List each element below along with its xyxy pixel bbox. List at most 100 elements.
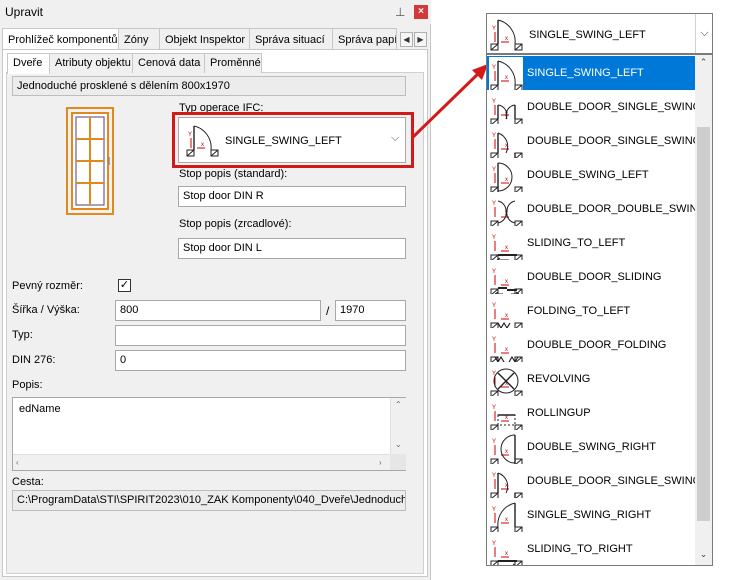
height-field[interactable]: 1970: [335, 300, 406, 321]
stop-mirror-label: Stop popis (zrcadlové):: [179, 218, 292, 230]
dropdown-option[interactable]: Yx DOUBLE_DOOR_DOUBLE_SWING: [487, 192, 695, 226]
size-separator: /: [326, 304, 330, 318]
dropdown-option-label: REVOLVING: [527, 373, 591, 385]
sliding-to-left-icon: Yx: [489, 227, 523, 260]
dropdown-chevron-icon[interactable]: ⌵: [695, 14, 713, 53]
tab-situation-management[interactable]: Správa situací: [249, 28, 333, 50]
tab-paper-management[interactable]: Správa papí: [332, 28, 397, 50]
tab-zones[interactable]: Zóny: [118, 28, 160, 50]
dropdown-option[interactable]: Yx DOUBLE_DOOR_SLIDING: [487, 260, 695, 294]
close-button[interactable]: ×: [414, 5, 428, 19]
size-label: Šířka / Výška:: [12, 304, 80, 316]
dropdown-option-label: DOUBLE_DOOR_SINGLE_SWING_O: [527, 135, 695, 147]
dropdown-option[interactable]: Yx SLIDING_TO_LEFT: [487, 226, 695, 260]
dropdown-option-label: DOUBLE_SWING_RIGHT: [527, 441, 656, 453]
dropdown-option[interactable]: Yx DOUBLE_DOOR_SINGLE_SWING_O: [487, 124, 695, 158]
dropdown-option[interactable]: Yx FOLDING_TO_LEFT: [487, 294, 695, 328]
fixed-size-label: Pevný rozměr:: [12, 280, 83, 292]
svg-text:x: x: [505, 313, 508, 319]
din276-label: DIN 276:: [12, 354, 56, 366]
door-preview-image: [66, 107, 114, 215]
double-swing-left-icon: Yx: [489, 159, 523, 192]
scroll-up-icon[interactable]: ⌃: [695, 57, 712, 68]
horizontal-scrollbar[interactable]: ‹ ›: [13, 454, 390, 470]
dropdown-option[interactable]: Yx DOUBLE_SWING_LEFT: [487, 158, 695, 192]
svg-text:Y: Y: [492, 303, 496, 309]
dropdown-option[interactable]: Yx DOUBLE_DOOR_SINGLE_SWING: [487, 90, 695, 124]
dropdown-scroll-thumb[interactable]: [697, 127, 710, 521]
svg-text:x: x: [505, 75, 508, 81]
svg-text:Y: Y: [492, 473, 496, 479]
single-swing-right-icon: Yx: [489, 499, 523, 532]
tab-scroll-arrows: ◀ ▶: [400, 32, 428, 47]
rollingup-icon: Yx: [489, 397, 523, 430]
sliding-to-right-icon: Yx: [489, 533, 523, 565]
svg-text:Y: Y: [492, 541, 496, 547]
svg-text:Y: Y: [492, 201, 496, 207]
revolving-icon: Yx: [489, 363, 523, 396]
dropdown-option-label: FOLDING_TO_LEFT: [527, 305, 631, 317]
svg-text:Y: Y: [492, 269, 496, 275]
tab-component-browser[interactable]: Prohlížeč komponentů: [2, 28, 119, 51]
dropdown-option[interactable]: Yx DOUBLE_DOOR_SINGLE_SWING_O: [487, 464, 695, 498]
double-swing-right-icon: Yx: [489, 431, 523, 464]
scroll-left-icon[interactable]: ‹: [16, 458, 19, 467]
window-title: Upravit: [5, 5, 44, 19]
fixed-size-checkbox[interactable]: ✓: [118, 279, 131, 292]
svg-text:Y: Y: [492, 405, 496, 411]
tab-price-data[interactable]: Cenová data: [132, 53, 205, 73]
svg-text:Y: Y: [492, 65, 496, 71]
path-label: Cesta:: [12, 476, 44, 488]
scrollbar-corner: [390, 454, 406, 470]
scroll-up-icon[interactable]: ⌃: [395, 400, 402, 409]
stop-standard-field[interactable]: Stop door DIN R: [178, 186, 406, 207]
tab-object-attributes[interactable]: Atributy objektu: [49, 53, 133, 73]
dropdown-option[interactable]: Yx DOUBLE_SWING_RIGHT: [487, 430, 695, 464]
component-name-field: Jednoduché prosklené s dělením 800x1970: [12, 76, 406, 96]
dropdown-option[interactable]: Yx SLIDING_TO_RIGHT: [487, 532, 695, 565]
highlight-box: [172, 112, 414, 168]
stop-mirror-field[interactable]: Stop door DIN L: [178, 238, 406, 259]
double-door-sliding-icon: Yx: [489, 261, 523, 294]
type-label: Typ:: [12, 329, 33, 341]
callout-arrow: [408, 60, 492, 142]
description-textarea[interactable]: edName ⌃ ⌄ ‹ ›: [12, 397, 406, 471]
tab-doors[interactable]: Dveře: [7, 53, 50, 74]
svg-text:Y: Y: [492, 133, 496, 139]
dropdown-option-label: DOUBLE_DOOR_SLIDING: [527, 271, 662, 283]
dropdown-option[interactable]: Yx DOUBLE_DOOR_FOLDING: [487, 328, 695, 362]
svg-text:x: x: [505, 449, 508, 455]
description-label: Popis:: [12, 379, 43, 391]
vertical-scrollbar[interactable]: ⌃ ⌄: [390, 398, 406, 454]
din276-field[interactable]: 0: [115, 350, 406, 371]
svg-text:Y: Y: [492, 167, 496, 173]
tab-scroll-right-icon[interactable]: ▶: [414, 32, 427, 47]
svg-text:Y: Y: [492, 337, 496, 343]
dropdown-option[interactable]: Yx ROLLINGUP: [487, 396, 695, 430]
scroll-down-icon[interactable]: ⌄: [695, 549, 712, 560]
tab-object-inspector[interactable]: Objekt Inspektor: [159, 28, 250, 50]
single-swing-left-icon: Yx: [489, 57, 523, 90]
dropdown-option[interactable]: Yx REVOLVING: [487, 362, 695, 396]
scroll-right-icon[interactable]: ›: [379, 458, 382, 467]
dropdown-option-label: SINGLE_SWING_LEFT: [527, 67, 644, 79]
pin-icon[interactable]: ⊥: [395, 5, 405, 19]
svg-text:x: x: [505, 415, 508, 421]
width-field[interactable]: 800: [115, 300, 321, 321]
tab-variables[interactable]: Proměnné: [204, 53, 262, 73]
type-field[interactable]: [115, 325, 406, 346]
dropdown-option-label: SLIDING_TO_RIGHT: [527, 543, 633, 555]
svg-text:x: x: [505, 177, 508, 183]
scroll-down-icon[interactable]: ⌄: [395, 440, 402, 449]
dropdown-option[interactable]: Yx SINGLE_SWING_RIGHT: [487, 498, 695, 532]
dropdown-option[interactable]: Yx SINGLE_SWING_LEFT: [487, 56, 695, 90]
sub-tab-strip: Dveře Atributy objektu Cenová data Promě…: [7, 53, 262, 74]
dropdown-selected-value: SINGLE_SWING_LEFT: [529, 29, 646, 41]
path-field: C:\ProgramData\STI\SPIRIT2023\010_ZAK Ko…: [12, 490, 406, 511]
ifc-dropdown-header[interactable]: Y x SINGLE_SWING_LEFT ⌵: [486, 13, 713, 54]
double-door-single-swing-opposite-icon: Yx: [489, 125, 523, 158]
dropdown-option-label: DOUBLE_DOOR_FOLDING: [527, 339, 667, 351]
dropdown-option-label: ROLLINGUP: [527, 407, 591, 419]
dropdown-scrollbar[interactable]: ⌃ ⌄: [695, 55, 712, 565]
tab-scroll-left-icon[interactable]: ◀: [400, 32, 413, 47]
